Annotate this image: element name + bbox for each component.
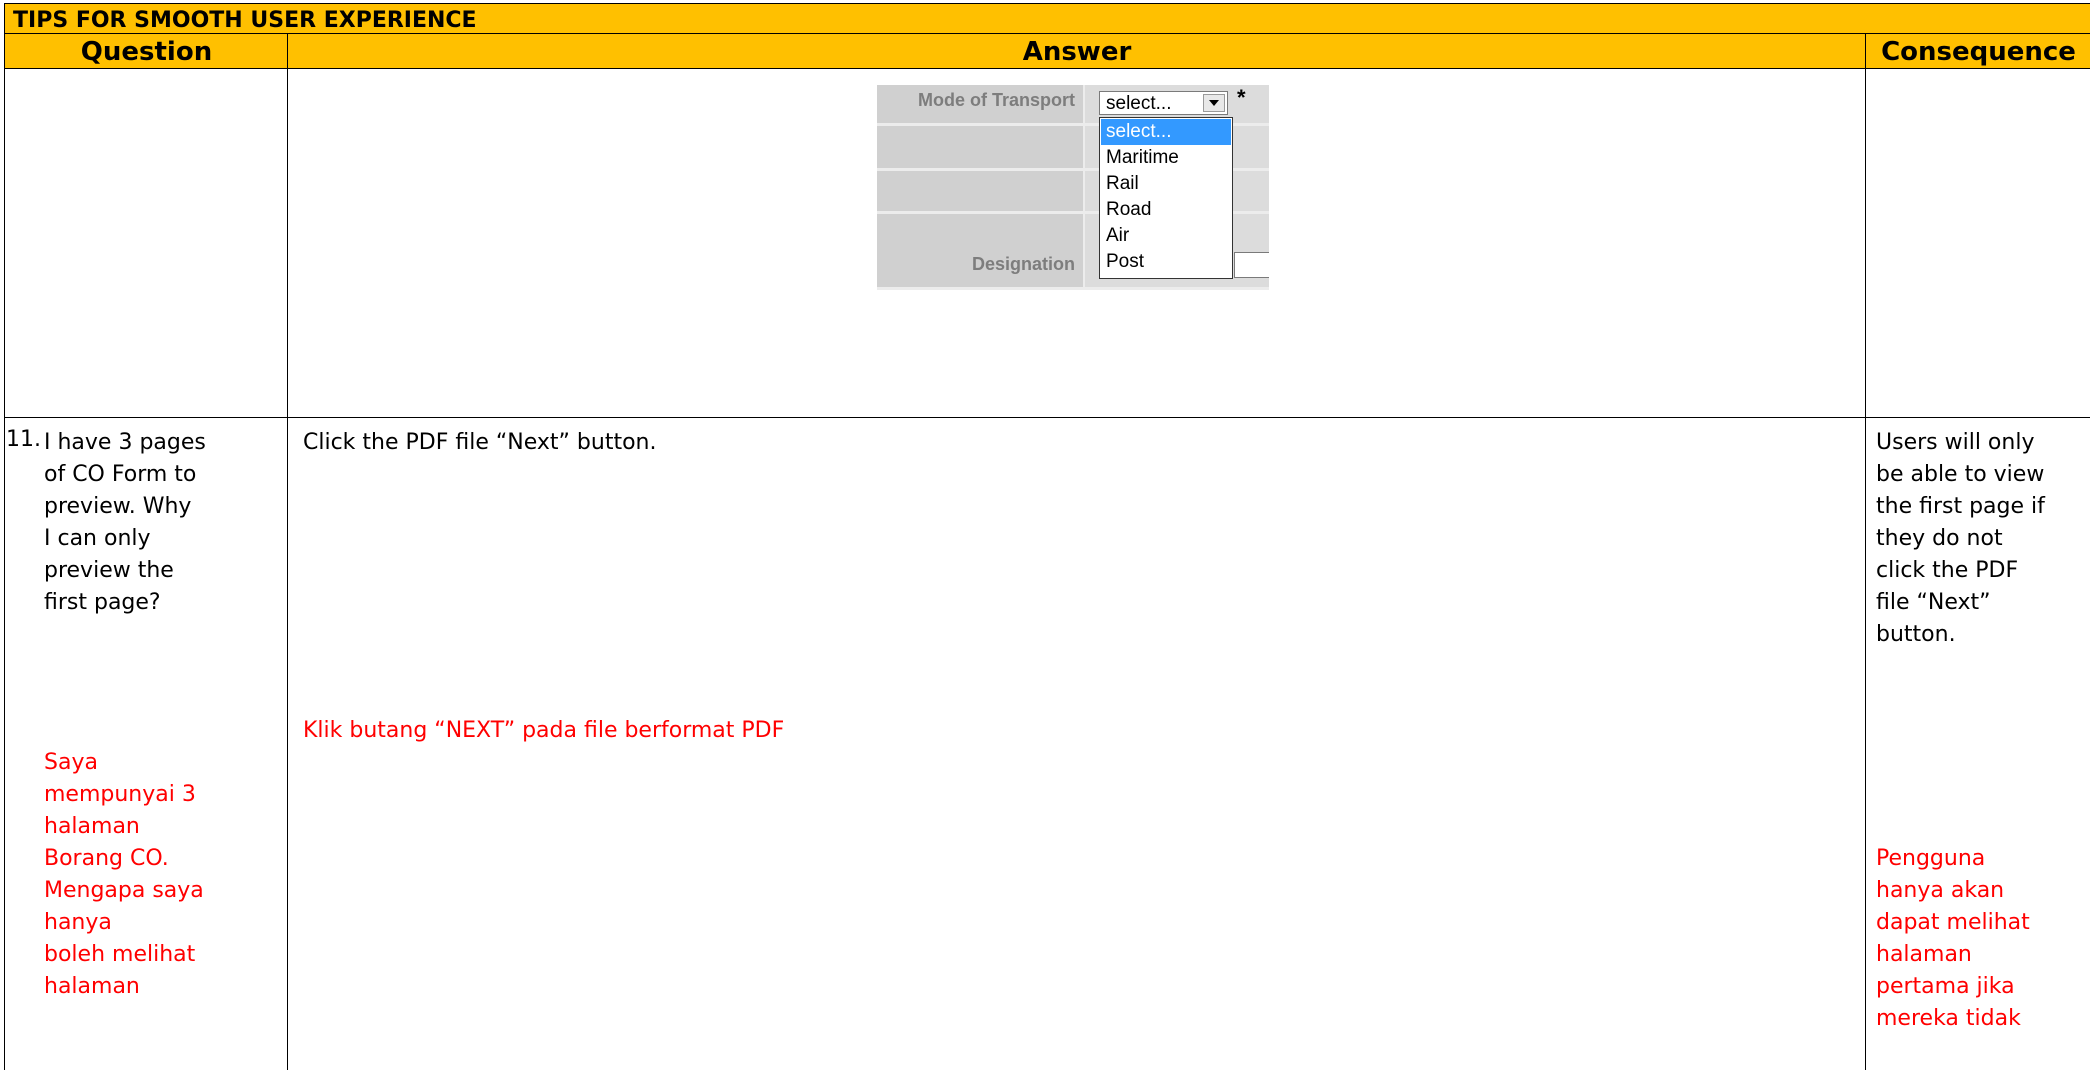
- header-answer: Answer: [288, 34, 1866, 69]
- header-consequence: Consequence: [1866, 34, 2090, 69]
- consequence-line: Pengguna: [1876, 846, 1986, 871]
- consequence-line: halaman: [1876, 942, 1972, 967]
- consequence-line: click the PDF: [1876, 558, 2019, 583]
- row-prev-consequence-cell: [1866, 69, 2090, 418]
- header-answer-label: Answer: [1022, 37, 1132, 67]
- question-line: mempunyai 3: [44, 782, 196, 807]
- answer-malay: Klik butang “NEXT” pada file berformat P…: [303, 718, 785, 743]
- question-line: halaman: [44, 974, 140, 999]
- consequence-line: be able to view: [1876, 462, 2045, 487]
- header-question: Question: [5, 34, 288, 69]
- question-line: of CO Form to: [44, 462, 197, 487]
- mode-of-transport-label: Mode of Transport: [918, 90, 1075, 110]
- designation-label: Designation: [971, 254, 1075, 274]
- question-line: Mengapa saya: [44, 878, 204, 903]
- option-select[interactable]: select...: [1101, 119, 1231, 145]
- row-prev-question-cell: [5, 69, 288, 418]
- designation-input[interactable]: [1234, 252, 1269, 278]
- answer-english: Click the PDF file “Next” button.: [303, 430, 657, 455]
- dropdown-arrow-icon[interactable]: [1203, 94, 1225, 112]
- select-value: select...: [1106, 93, 1172, 114]
- question-malay: Saya mempunyai 3 halaman Borang CO. Meng…: [44, 747, 279, 1003]
- question-line: preview the: [44, 558, 174, 583]
- consequence-line: button.: [1876, 622, 1956, 647]
- question-line: I have 3 pages: [44, 430, 206, 455]
- consequence-malay: Pengguna hanya akan dapat melihat halama…: [1876, 843, 2090, 1035]
- consequence-english: Users will only be able to view the firs…: [1876, 427, 2090, 651]
- required-marker: *: [1237, 85, 1246, 110]
- question-line: boleh melihat: [44, 942, 196, 967]
- option-post[interactable]: Post: [1101, 249, 1231, 275]
- form-row-divider: [877, 287, 1269, 290]
- transport-options-list[interactable]: select... Maritime Rail Road Air Post: [1099, 117, 1233, 279]
- option-air[interactable]: Air: [1101, 223, 1231, 249]
- consequence-line: they do not: [1876, 526, 2003, 551]
- table-title: TIPS FOR SMOOTH USER EXPERIENCE: [13, 8, 477, 33]
- embedded-form-screenshot: Mode of Transport Designation select... …: [877, 85, 1269, 290]
- consequence-line: dapat melihat: [1876, 910, 2030, 935]
- question-line: halaman: [44, 814, 140, 839]
- consequence-line: hanya akan: [1876, 878, 2005, 903]
- option-maritime[interactable]: Maritime: [1101, 145, 1231, 171]
- consequence-line: file “Next”: [1876, 590, 1991, 615]
- option-rail[interactable]: Rail: [1101, 171, 1231, 197]
- question-number: 11.: [6, 427, 41, 452]
- consequence-line: the first page if: [1876, 494, 2045, 519]
- table-title-row: TIPS FOR SMOOTH USER EXPERIENCE: [5, 3, 2090, 34]
- question-line: preview. Why: [44, 494, 192, 519]
- mode-of-transport-select[interactable]: select...: [1099, 91, 1228, 115]
- question-english: I have 3 pages of CO Form to preview. Wh…: [44, 427, 279, 619]
- consequence-line: mereka tidak: [1876, 1006, 2021, 1031]
- header-consequence-label: Consequence: [1881, 37, 2076, 67]
- question-line: I can only: [44, 526, 151, 551]
- question-line: Saya: [44, 750, 98, 775]
- question-line: hanya: [44, 910, 112, 935]
- consequence-line: pertama jika: [1876, 974, 2015, 999]
- option-road[interactable]: Road: [1101, 197, 1231, 223]
- form-column-divider: [1083, 85, 1085, 290]
- question-line: Borang CO.: [44, 846, 169, 871]
- question-line: first page?: [44, 590, 161, 615]
- consequence-line: Users will only: [1876, 430, 2035, 455]
- header-question-label: Question: [80, 37, 213, 67]
